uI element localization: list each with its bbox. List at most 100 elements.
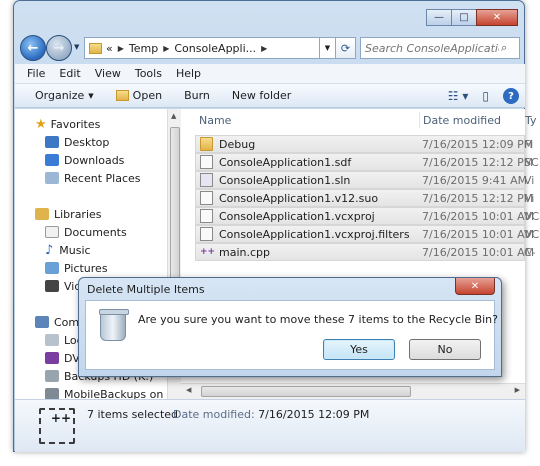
- breadcrumb-overflow[interactable]: «: [106, 42, 113, 55]
- music-icon: ♪: [45, 242, 54, 258]
- file-row[interactable]: ++ main.cpp 7/16/2015 10:01 AM C-: [195, 243, 536, 261]
- command-bar: Organize ▼ Open Burn New folder ☷ ▾ ▯ ?: [15, 84, 525, 108]
- nav-libraries[interactable]: Libraries: [35, 205, 102, 223]
- scroll-left-icon[interactable]: ◀: [186, 386, 191, 394]
- column-date-label: Date modified: [423, 113, 501, 127]
- maximize-button[interactable]: □: [451, 9, 477, 26]
- filters-file-icon: [200, 227, 213, 241]
- nav-pictures[interactable]: Pictures: [45, 259, 108, 277]
- nav-music[interactable]: ♪ Music: [45, 241, 91, 259]
- scroll-thumb[interactable]: [201, 386, 411, 397]
- nav-documents-label: Documents: [64, 225, 127, 239]
- chevron-right-icon[interactable]: ▶: [163, 44, 169, 53]
- menu-help[interactable]: Help: [176, 67, 201, 80]
- chevron-down-icon: ▼: [324, 44, 331, 52]
- file-type: VC: [524, 227, 540, 241]
- nav-downloads[interactable]: Downloads: [45, 151, 124, 169]
- nav-pictures-label: Pictures: [64, 261, 108, 275]
- nav-desktop-label: Desktop: [64, 135, 110, 149]
- file-name: ConsoleApplication1.vcxproj.filters: [219, 227, 410, 241]
- search-icon[interactable]: ⌕: [501, 41, 507, 55]
- file-name: ConsoleApplication1.v12.suo: [219, 191, 379, 205]
- recycle-bin-icon: [99, 309, 129, 341]
- search-input[interactable]: [361, 40, 501, 56]
- refresh-button[interactable]: ⟳: [336, 37, 356, 59]
- nav-recent-places-label: Recent Places: [64, 171, 141, 185]
- selection-count: 7 items selected: [87, 408, 179, 421]
- organize-label: Organize: [35, 89, 85, 102]
- yes-button[interactable]: Yes: [323, 339, 395, 360]
- documents-icon: [45, 226, 59, 238]
- delete-confirmation-dialog: Delete Multiple Items ✕ Are you sure you…: [78, 277, 502, 377]
- column-header-name[interactable]: Name: [199, 109, 419, 131]
- minimize-button[interactable]: —: [426, 9, 452, 26]
- scroll-right-icon[interactable]: ▶: [515, 386, 520, 394]
- folder-icon: [89, 42, 102, 54]
- date-modified-label: Date modified:: [173, 408, 255, 421]
- organize-button[interactable]: Organize ▼: [35, 89, 94, 102]
- change-view-icon[interactable]: ☷ ▾: [448, 89, 469, 103]
- nav-favorites-label: Favorites: [50, 117, 101, 131]
- nav-libraries-label: Libraries: [54, 207, 102, 221]
- file-type: Vi: [524, 191, 535, 205]
- menu-view[interactable]: View: [95, 67, 121, 80]
- navigation-row: ← → ▼ « ▶ Temp ▶ ConsoleAppli... ▶ ▼ ⟳ ⌕: [18, 35, 522, 61]
- file-row[interactable]: ConsoleApplication1.sdf 7/16/2015 12:12 P…: [195, 153, 539, 171]
- address-bar[interactable]: « ▶ Temp ▶ ConsoleAppli... ▶: [84, 37, 320, 59]
- nav-favorites[interactable]: ★ Favorites: [35, 115, 100, 133]
- refresh-icon: ⟳: [340, 41, 351, 55]
- column-divider[interactable]: [419, 112, 420, 128]
- star-icon: ★: [35, 116, 47, 132]
- no-button[interactable]: No: [409, 339, 481, 360]
- pictures-icon: [45, 262, 59, 274]
- open-button[interactable]: Open: [115, 89, 162, 102]
- details-pane: ++ 7 items selected Date modified: 7/16/…: [15, 399, 525, 452]
- file-row[interactable]: ConsoleApplication1.vcxproj.filters 7/16/…: [195, 225, 539, 243]
- nav-mobile-backups-label: MobileBackups on ': [64, 387, 167, 400]
- breadcrumb-consoleapplication[interactable]: ConsoleAppli...: [174, 42, 256, 55]
- nav-desktop[interactable]: Desktop: [45, 133, 109, 151]
- close-button[interactable]: ✕: [476, 9, 518, 26]
- chevron-right-icon[interactable]: ▶: [118, 44, 124, 53]
- burn-button[interactable]: Burn: [184, 89, 210, 102]
- cpp-file-icon: ++: [200, 247, 216, 257]
- file-name: ConsoleApplication1.sdf: [219, 155, 352, 169]
- file-row[interactable]: ConsoleApplication1.sln 7/16/2015 9:41 AM…: [195, 171, 534, 189]
- forward-arrow-icon: →: [53, 40, 65, 56]
- dvd-icon: [45, 352, 59, 364]
- file-type: C-: [524, 245, 536, 259]
- drive-icon: [45, 334, 59, 346]
- file-date: 7/16/2015 12:12 PM: [422, 191, 534, 205]
- dialog-close-button[interactable]: ✕: [455, 278, 495, 295]
- nav-documents[interactable]: Documents: [45, 223, 127, 241]
- file-type: VC: [524, 209, 540, 223]
- chevron-right-icon[interactable]: ▶: [261, 44, 267, 53]
- new-folder-button[interactable]: New folder: [232, 89, 291, 102]
- file-type: Fi: [524, 137, 533, 151]
- date-modified-value: 7/16/2015 12:09 PM: [258, 408, 370, 421]
- column-type-label: Ty: [525, 113, 537, 127]
- column-header-date[interactable]: Date modified: [423, 109, 523, 131]
- column-name-label: Name: [199, 113, 232, 127]
- file-type: Vi: [524, 173, 535, 187]
- recent-pages-dropdown-icon[interactable]: ▼: [74, 43, 79, 51]
- menu-tools[interactable]: Tools: [135, 67, 162, 80]
- column-header-type[interactable]: Ty: [525, 109, 540, 131]
- desktop-icon: [45, 136, 59, 148]
- horizontal-scrollbar[interactable]: ◀ ▶: [181, 383, 525, 399]
- back-button[interactable]: ←: [20, 35, 46, 61]
- file-row[interactable]: ConsoleApplication1.vcxproj 7/16/2015 10:…: [195, 207, 539, 225]
- forward-button[interactable]: →: [46, 35, 72, 61]
- address-dropdown-button[interactable]: ▼: [320, 37, 336, 59]
- scroll-up-icon[interactable]: ▲: [171, 112, 176, 120]
- file-row[interactable]: ConsoleApplication1.v12.suo 7/16/2015 12:…: [195, 189, 534, 207]
- preview-pane-icon[interactable]: ▯: [482, 89, 489, 103]
- menu-file[interactable]: File: [27, 67, 45, 80]
- breadcrumb-temp[interactable]: Temp: [129, 42, 158, 55]
- help-icon[interactable]: ?: [503, 88, 519, 104]
- menu-edit[interactable]: Edit: [59, 67, 80, 80]
- nav-recent-places[interactable]: Recent Places: [45, 169, 141, 187]
- file-row[interactable]: Debug 7/16/2015 12:09 PM Fi: [195, 135, 533, 153]
- nav-mobile-backups[interactable]: MobileBackups on ': [45, 385, 167, 399]
- burn-label: Burn: [184, 89, 210, 102]
